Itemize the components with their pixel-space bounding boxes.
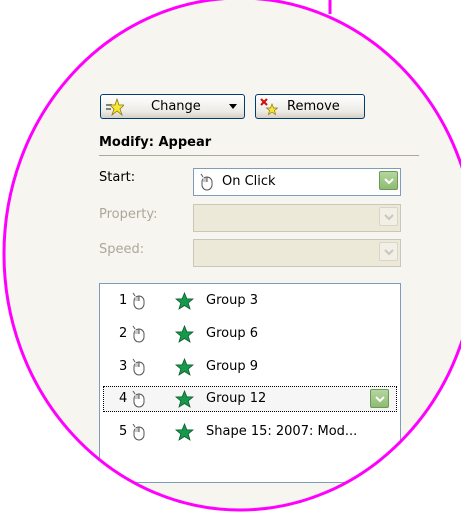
- change-effect-button[interactable]: Change: [100, 94, 245, 119]
- item-index: 5: [119, 424, 128, 439]
- zoomed-task-pane-view: Change Remove Modify: Appear Start: On C…: [0, 0, 461, 515]
- list-item[interactable]: 3 Group 9: [103, 354, 397, 380]
- start-label: Start:: [99, 170, 136, 185]
- start-dropdown-button[interactable]: [379, 171, 398, 190]
- start-dropdown[interactable]: On Click: [193, 168, 401, 196]
- chevron-down-icon: [384, 214, 394, 221]
- chevron-down-icon: [384, 249, 394, 256]
- mouse-icon: [132, 325, 145, 343]
- list-item[interactable]: 5 Shape 15: 2007: Mod...: [103, 419, 397, 445]
- mouse-icon: [132, 390, 145, 408]
- list-item[interactable]: 1 Group 3: [103, 288, 397, 314]
- property-label: Property:: [99, 207, 158, 222]
- remove-effect-icon: [260, 98, 278, 116]
- modify-title: Modify: Appear: [99, 135, 212, 150]
- change-button-label: Change: [151, 99, 201, 114]
- entrance-effect-star-icon: [175, 292, 194, 310]
- magnifier-clip: Change Remove Modify: Appear Start: On C…: [4, 0, 461, 510]
- item-name: Shape 15: 2007: Mod...: [206, 424, 358, 439]
- chevron-down-icon: [375, 396, 385, 403]
- mouse-icon: [132, 292, 145, 310]
- entrance-effect-star-icon: [175, 325, 194, 343]
- chevron-down-icon: [384, 178, 394, 185]
- entrance-effect-star-icon: [175, 358, 194, 376]
- item-name: Group 3: [206, 293, 258, 308]
- item-index: 4: [119, 391, 128, 406]
- title-divider: [99, 155, 419, 156]
- item-name: Group 12: [206, 391, 267, 406]
- property-dropdown: [193, 204, 401, 232]
- speed-label: Speed:: [99, 242, 145, 257]
- star-effect-icon: [106, 98, 124, 116]
- item-name: Group 6: [206, 326, 258, 341]
- mouse-icon: [132, 423, 145, 441]
- list-item[interactable]: 2 Group 6: [103, 321, 397, 347]
- mouse-icon: [132, 358, 145, 376]
- item-name: Group 9: [206, 359, 258, 374]
- speed-dropdown-button: [379, 242, 398, 261]
- property-dropdown-button: [379, 207, 398, 226]
- remove-button-label: Remove: [287, 99, 340, 114]
- start-value: On Click: [222, 174, 276, 189]
- list-item-selected[interactable]: 4 Group 12: [103, 386, 397, 412]
- animation-order-list[interactable]: 1 Group 3 2 Group 6 3 Group 9 4 Group 12…: [99, 283, 401, 483]
- item-options-dropdown-button[interactable]: [370, 389, 389, 408]
- entrance-effect-star-icon: [175, 423, 194, 441]
- custom-animation-pane: Change Remove Modify: Appear Start: On C…: [4, 0, 461, 510]
- item-index: 2: [119, 326, 128, 341]
- entrance-effect-star-icon: [175, 390, 194, 408]
- item-index: 3: [119, 359, 128, 374]
- remove-effect-button[interactable]: Remove: [255, 94, 365, 119]
- speed-dropdown: [193, 239, 401, 267]
- mouse-icon: [200, 173, 213, 191]
- item-index: 1: [119, 293, 128, 308]
- chevron-down-icon: [229, 104, 237, 109]
